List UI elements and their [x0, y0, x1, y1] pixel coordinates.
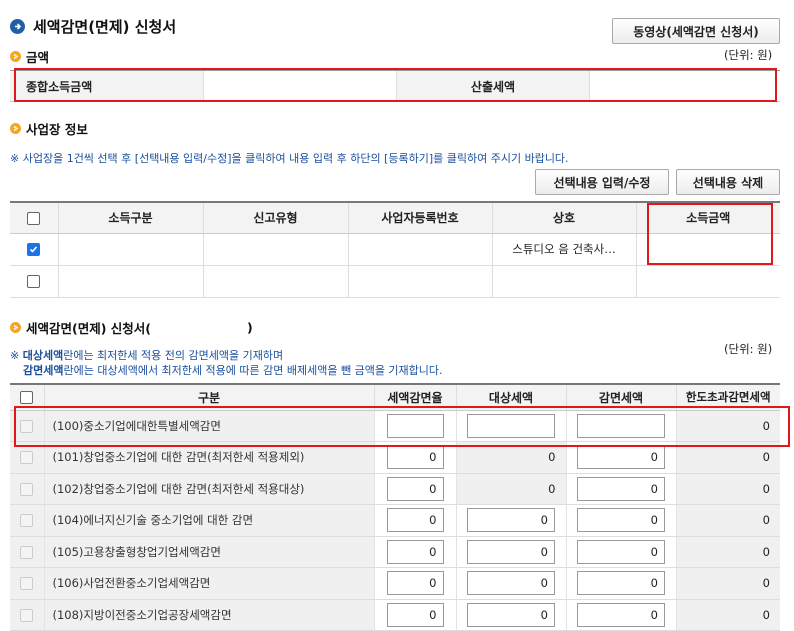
select-all-checkbox[interactable]: [27, 211, 41, 225]
bullet-icon: [10, 51, 21, 62]
business-note: ※ 사업장을 1건씩 선택 후 [선택내용 입력/수정]을 클릭하여 내용 입력…: [10, 152, 569, 165]
biz-name-cell: [492, 265, 637, 298]
target-tax-input[interactable]: 0: [467, 539, 555, 564]
target-tax-input[interactable]: 0: [467, 508, 555, 533]
category-cell: (104)에너지신기술 중소기업에 대한 감면: [44, 504, 375, 537]
rate-input[interactable]: 0: [386, 602, 444, 627]
rate-input[interactable]: 0: [386, 445, 444, 470]
row-checkbox: [20, 608, 34, 622]
reduced-tax-input[interactable]: 0: [577, 445, 665, 470]
page-title: 세액감면(면제) 신청서: [33, 18, 177, 36]
excess-tax-cell: 0: [676, 599, 780, 631]
table-row: (102)창업중소기업에 대한 감면(최저한세 적용대상) 0 0 0 0: [10, 473, 780, 505]
table-row: (104)에너지신기술 중소기업에 대한 감면 0 0 0 0: [10, 504, 780, 537]
select-all-checkbox[interactable]: [20, 391, 34, 405]
highlight-box: [647, 203, 773, 265]
row-checkbox: [20, 545, 34, 559]
reduced-tax-input[interactable]: 0: [577, 571, 665, 596]
business-section-title: 사업장 정보: [10, 119, 88, 138]
reduction-note: ※ 대상세액란에는 최저한세 적용 전의 감면세액을 기재하며 감면세액란에는 …: [10, 349, 443, 377]
page-header: 세액감면(면제) 신청서: [10, 16, 176, 37]
reduction-section-title: 세액감면(면제) 신청서( ): [10, 318, 253, 337]
col-income-type: 소득구분: [58, 202, 204, 234]
reduced-tax-input[interactable]: 0: [577, 602, 665, 627]
category-cell: (105)고용창출형창업기업세액감면: [44, 536, 375, 568]
col-report-type: 신고유형: [203, 202, 349, 234]
col-biz-name: 상호: [492, 202, 637, 234]
row-checkbox: [20, 451, 34, 465]
table-row: (105)고용창출형창업기업세액감면 0 0 0 0: [10, 536, 780, 568]
reduction-unit: (단위: 원): [724, 342, 773, 356]
highlight-box: [14, 68, 777, 102]
row-checkbox: [20, 514, 34, 528]
select-all-cell[interactable]: [10, 202, 59, 234]
row-checkbox[interactable]: [27, 243, 41, 256]
excess-tax-cell: 0: [676, 536, 780, 568]
excess-tax-cell: 0: [676, 504, 780, 537]
reduction-section-label: 세액감면(면제) 신청서(: [26, 321, 151, 336]
report-type-cell: [203, 233, 349, 266]
biz-name-cell: 스튜디오 음 건축사…: [492, 233, 637, 266]
biz-no-cell: [348, 233, 493, 266]
table-row[interactable]: [10, 265, 780, 298]
highlight-box: [14, 406, 790, 447]
reduced-tax-input[interactable]: 0: [577, 539, 665, 564]
target-tax-input[interactable]: 0: [467, 571, 555, 596]
rate-input[interactable]: 0: [386, 476, 444, 501]
rate-input[interactable]: 0: [386, 508, 444, 533]
category-cell: (106)사업전환중소기업세액감면: [44, 567, 375, 600]
target-tax-cell: 0: [456, 473, 567, 505]
reduced-tax-input[interactable]: 0: [577, 476, 665, 501]
col-biz-no: 사업자등록번호: [348, 202, 493, 234]
amount-section-title: 금액: [10, 47, 49, 66]
income-cell: [636, 265, 780, 298]
income-type-cell: [58, 265, 204, 298]
row-checkbox[interactable]: [27, 275, 41, 288]
reduced-tax-input[interactable]: 0: [577, 508, 665, 533]
biz-no-cell: [348, 265, 493, 298]
edit-selected-button[interactable]: 선택내용 입력/수정: [535, 169, 669, 195]
bullet-icon: [10, 123, 21, 134]
row-checkbox: [20, 482, 34, 496]
category-cell: (108)지방이전중소기업공장세액감면: [44, 599, 375, 631]
rate-input[interactable]: 0: [386, 539, 444, 564]
table-row: (106)사업전환중소기업세액감면 0 0 0 0: [10, 567, 780, 600]
arrow-right-icon: [10, 19, 25, 34]
excess-tax-cell: 0: [676, 567, 780, 600]
delete-selected-button[interactable]: 선택내용 삭제: [676, 169, 780, 195]
video-button[interactable]: 동영상(세액감면 신청서): [612, 18, 780, 44]
business-section-label: 사업장 정보: [26, 122, 88, 137]
row-checkbox: [20, 577, 34, 591]
amount-unit: (단위: 원): [724, 48, 773, 62]
table-row: (108)지방이전중소기업공장세액감면 0 0 0 0: [10, 599, 780, 631]
report-type-cell: [203, 265, 349, 298]
income-type-cell: [58, 233, 204, 266]
reduction-section-close: ): [247, 320, 253, 335]
bullet-icon: [10, 322, 21, 333]
excess-tax-cell: 0: [676, 473, 780, 505]
rate-input[interactable]: 0: [386, 571, 444, 596]
amount-section-label: 금액: [26, 50, 50, 65]
category-cell: (102)창업중소기업에 대한 감면(최저한세 적용대상): [44, 473, 375, 505]
target-tax-input[interactable]: 0: [467, 602, 555, 627]
